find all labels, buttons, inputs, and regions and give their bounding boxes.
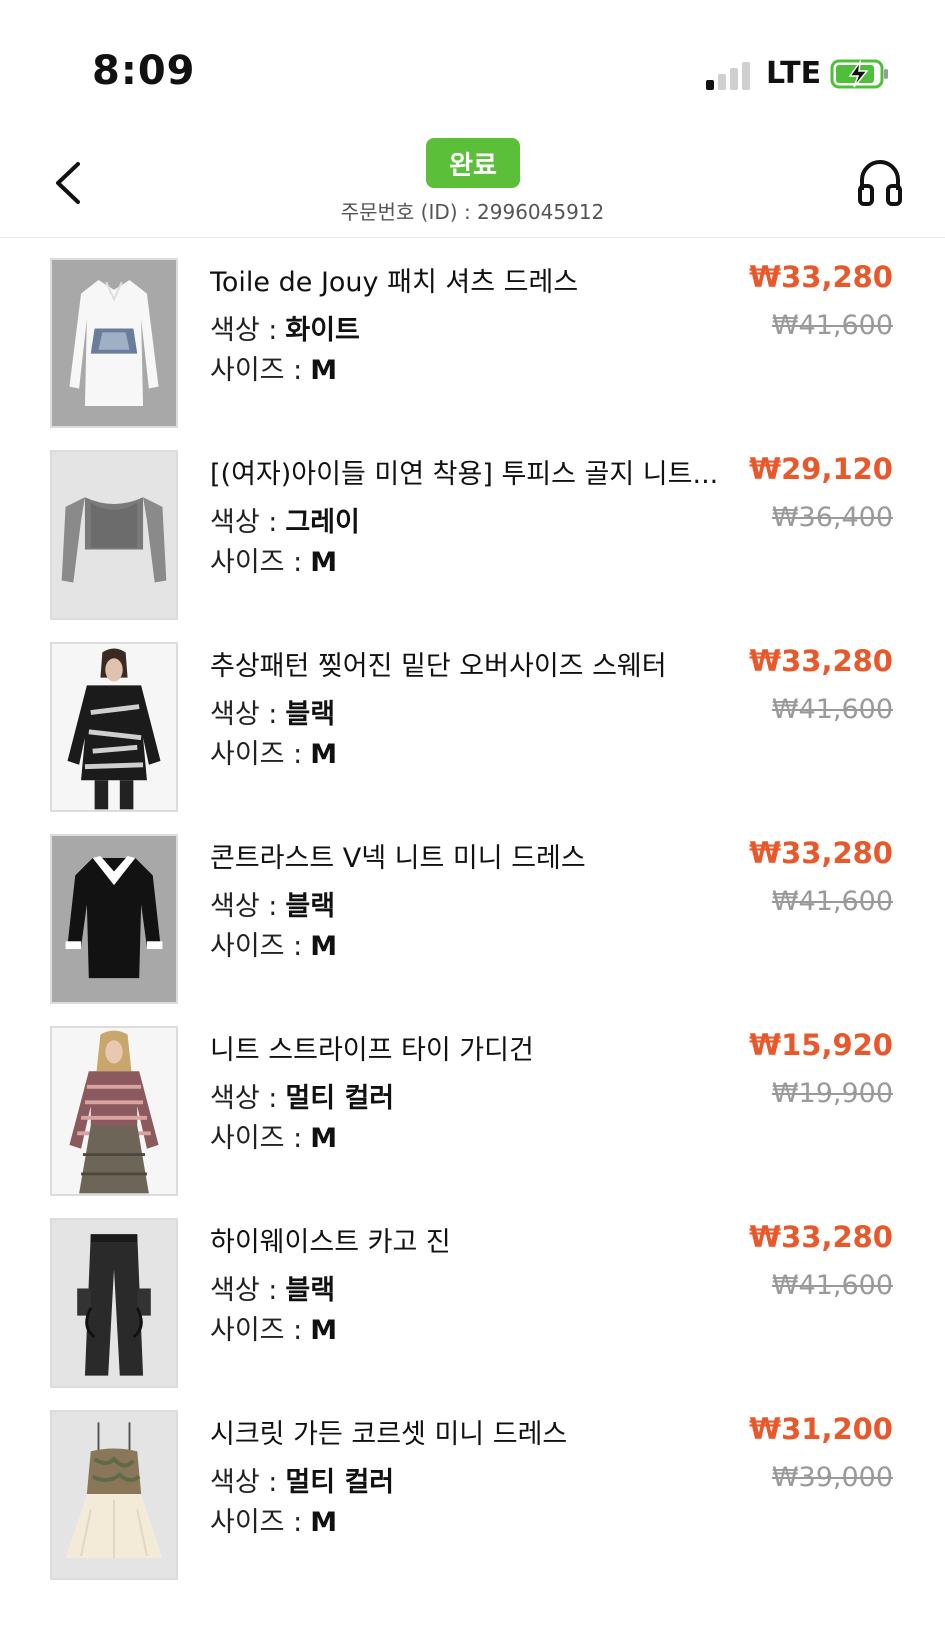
original-price: ₩41,600 xyxy=(771,310,893,341)
sale-price: ₩33,280 xyxy=(749,644,893,678)
product-size: 사이즈 :M xyxy=(210,1308,337,1347)
product-image xyxy=(50,1410,178,1580)
product-name: 하이웨이스트 카고 진 xyxy=(210,1227,451,1258)
product-size: 사이즈 :M xyxy=(210,732,337,771)
order-id: 주문번호 (ID) : 2996045912 xyxy=(340,200,605,224)
sale-price: ₩15,920 xyxy=(749,1028,893,1062)
product-size: 사이즈 :M xyxy=(210,1116,337,1155)
color-value: 그레이 xyxy=(285,507,360,538)
order-item[interactable]: 하이웨이스트 카고 진 색상 : 블랙 사이즈 :M ₩33,280 ₩41,60… xyxy=(0,1198,945,1400)
order-item[interactable]: Toile de Jouy 패치 셔츠 드레스 색상 : 화이트 사이즈 :M ₩… xyxy=(0,238,945,440)
sale-price: ₩33,280 xyxy=(749,260,893,294)
order-header: 완료 주문번호 (ID) : 2996045912 xyxy=(0,120,945,238)
color-label: 색상 : xyxy=(210,315,278,346)
order-status-badge: 완료 xyxy=(426,138,520,188)
original-price: ₩41,600 xyxy=(771,1270,893,1301)
product-name: 콘트라스트 V넥 니트 미니 드레스 xyxy=(210,843,586,874)
original-price: ₩41,600 xyxy=(771,694,893,725)
sale-price: ₩33,280 xyxy=(749,836,893,870)
size-value: M xyxy=(310,1315,338,1346)
product-size: 사이즈 :M xyxy=(210,1500,337,1539)
order-item[interactable]: 시크릿 가든 코르셋 미니 드레스 색상 : 멀티 컬러 사이즈 :M ₩31,2… xyxy=(0,1390,945,1592)
product-image xyxy=(50,1218,178,1388)
product-name: 시크릿 가든 코르셋 미니 드레스 xyxy=(210,1419,568,1450)
color-label: 색상 : xyxy=(210,699,278,730)
original-price: ₩19,900 xyxy=(771,1078,893,1109)
color-label: 색상 : xyxy=(210,1083,278,1114)
size-label: 사이즈 : xyxy=(210,355,303,386)
color-value: 블랙 xyxy=(285,699,336,730)
headphones-icon xyxy=(858,160,902,206)
product-color: 색상 : 블랙 xyxy=(210,1268,335,1307)
product-image xyxy=(50,834,178,1004)
size-value: M xyxy=(310,1507,338,1538)
color-value: 멀티 컬러 xyxy=(285,1083,395,1114)
product-name: 추상패턴 찢어진 밑단 오버사이즈 스웨터 xyxy=(210,651,667,682)
product-color: 색상 : 멀티 컬러 xyxy=(210,1076,394,1115)
status-bar: 8:09 LTE xyxy=(0,0,945,120)
size-label: 사이즈 : xyxy=(210,1507,303,1538)
original-price: ₩36,400 xyxy=(771,502,893,533)
size-label: 사이즈 : xyxy=(210,931,303,962)
status-time: 8:09 xyxy=(92,48,196,94)
color-label: 색상 : xyxy=(210,891,278,922)
product-image xyxy=(50,642,178,812)
color-value: 블랙 xyxy=(285,891,336,922)
product-color: 색상 : 그레이 xyxy=(210,500,360,539)
battery-charging-icon xyxy=(830,58,892,94)
color-label: 색상 : xyxy=(210,1467,278,1498)
original-price: ₩41,600 xyxy=(771,886,893,917)
size-value: M xyxy=(310,355,338,386)
network-label: LTE xyxy=(766,56,822,91)
size-label: 사이즈 : xyxy=(210,547,303,578)
product-name: 니트 스트라이프 타이 가디건 xyxy=(210,1035,534,1066)
size-label: 사이즈 : xyxy=(210,1315,303,1346)
product-color: 색상 : 화이트 xyxy=(210,308,360,347)
sale-price: ₩29,120 xyxy=(749,452,893,486)
sale-price: ₩33,280 xyxy=(749,1220,893,1254)
color-value: 화이트 xyxy=(285,315,360,346)
product-name: Toile de Jouy 패치 셔츠 드레스 xyxy=(210,267,579,298)
product-image xyxy=(50,450,178,620)
order-item[interactable]: 니트 스트라이프 타이 가디건 색상 : 멀티 컬러 사이즈 :M ₩15,920… xyxy=(0,1006,945,1208)
product-size: 사이즈 :M xyxy=(210,924,337,963)
product-image xyxy=(50,258,178,428)
product-color: 색상 : 블랙 xyxy=(210,884,335,923)
size-label: 사이즈 : xyxy=(210,739,303,770)
color-value: 멀티 컬러 xyxy=(285,1467,395,1498)
product-color: 색상 : 블랙 xyxy=(210,692,335,731)
product-size: 사이즈 :M xyxy=(210,540,337,579)
size-value: M xyxy=(310,1123,338,1154)
product-image xyxy=(50,1026,178,1196)
order-item[interactable]: 추상패턴 찢어진 밑단 오버사이즈 스웨터 색상 : 블랙 사이즈 :M ₩33,… xyxy=(0,622,945,824)
product-size: 사이즈 :M xyxy=(210,348,337,387)
product-name: [(여자)아이들 미연 착용] 투피스 골지 니트... xyxy=(210,459,719,490)
color-label: 색상 : xyxy=(210,507,278,538)
signal-icon xyxy=(706,58,754,90)
color-value: 블랙 xyxy=(285,1275,336,1306)
size-value: M xyxy=(310,739,338,770)
color-label: 색상 : xyxy=(210,1275,278,1306)
customer-service-button[interactable] xyxy=(856,156,904,208)
size-value: M xyxy=(310,931,338,962)
order-item[interactable]: 콘트라스트 V넥 니트 미니 드레스 색상 : 블랙 사이즈 :M ₩33,280… xyxy=(0,814,945,1016)
product-color: 색상 : 멀티 컬러 xyxy=(210,1460,394,1499)
sale-price: ₩31,200 xyxy=(749,1412,893,1446)
size-label: 사이즈 : xyxy=(210,1123,303,1154)
size-value: M xyxy=(310,547,338,578)
original-price: ₩39,000 xyxy=(771,1462,893,1493)
order-item[interactable]: [(여자)아이들 미연 착용] 투피스 골지 니트... 색상 : 그레이 사이즈… xyxy=(0,430,945,632)
